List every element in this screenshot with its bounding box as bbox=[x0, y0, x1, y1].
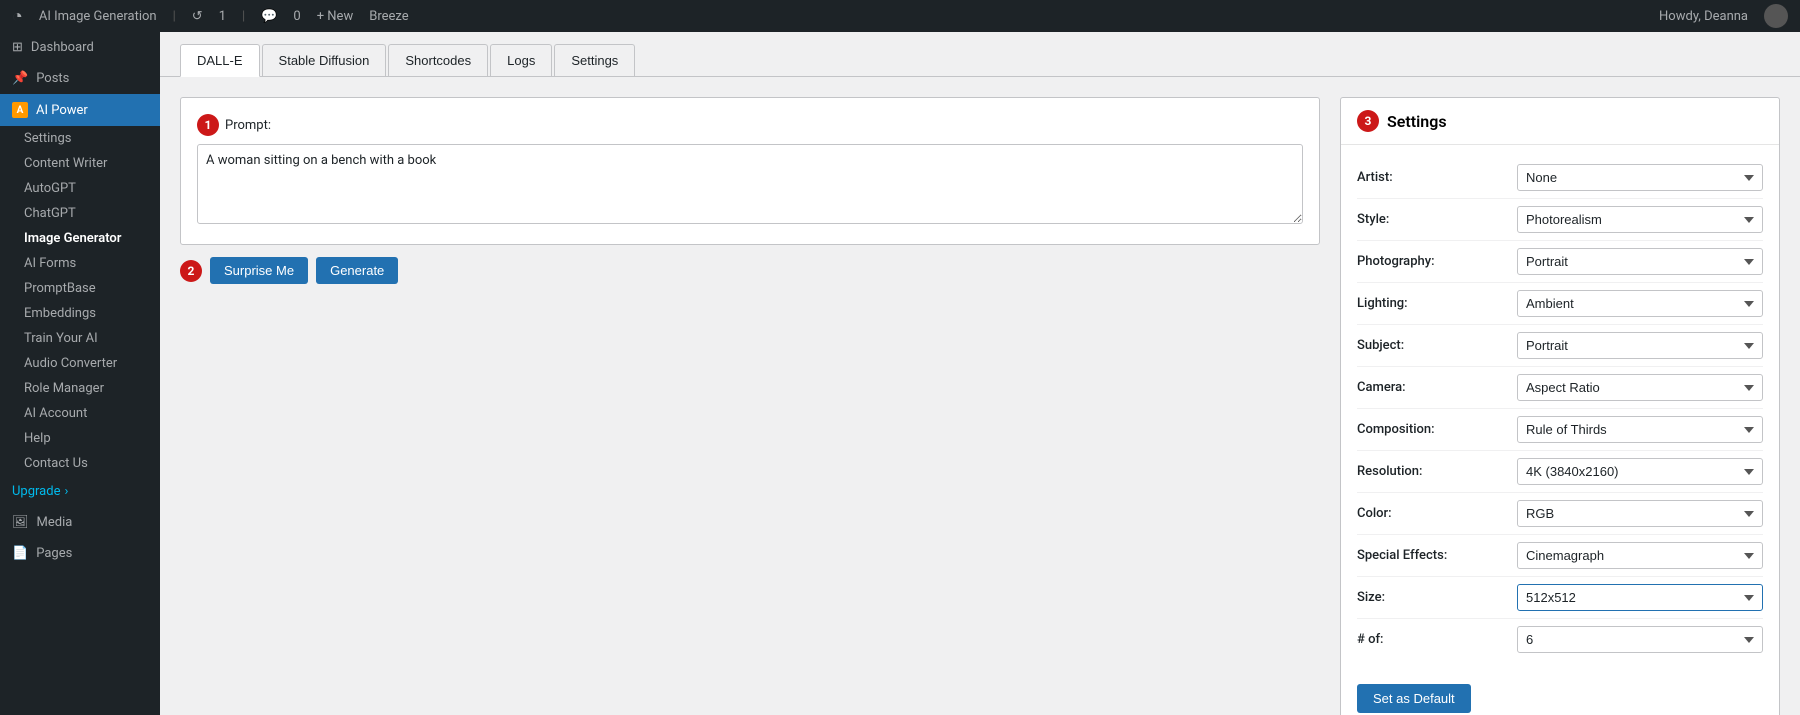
resolution-label: Resolution: bbox=[1357, 464, 1517, 479]
lighting-select[interactable]: AmbientNatural bbox=[1517, 290, 1763, 317]
composition-select[interactable]: Rule of ThirdsGolden Ratio bbox=[1517, 416, 1763, 443]
comment-count[interactable]: 0 bbox=[293, 9, 300, 24]
new-button[interactable]: + New bbox=[317, 9, 354, 24]
size-select[interactable]: 512x512256x2561024x1024 bbox=[1517, 584, 1763, 611]
composition-row: Composition: Rule of ThirdsGolden Ratio bbox=[1357, 409, 1763, 451]
artist-row: Artist: NoneLeonardo da VinciPicasso bbox=[1357, 157, 1763, 199]
settings-body: Artist: NoneLeonardo da VinciPicasso Sty… bbox=[1341, 145, 1779, 672]
left-panel: 1 Prompt: 2 Surprise Me Generate bbox=[180, 97, 1320, 284]
buttons-row: 2 Surprise Me Generate bbox=[180, 257, 1320, 284]
artist-select[interactable]: NoneLeonardo da VinciPicasso bbox=[1517, 164, 1763, 191]
sidebar-train-your-ai[interactable]: Train Your AI bbox=[0, 326, 160, 351]
step-1-badge: 1 bbox=[197, 114, 219, 136]
media-icon: 🖼 bbox=[12, 515, 29, 530]
settings-header: 3 Settings bbox=[1341, 98, 1779, 145]
sidebar-item-dashboard[interactable]: ⊞ Dashboard bbox=[0, 32, 160, 63]
subject-row: Subject: PortraitNature bbox=[1357, 325, 1763, 367]
tab-settings[interactable]: Settings bbox=[554, 44, 635, 76]
prompt-section: 1 Prompt: bbox=[180, 97, 1320, 245]
tab-shortcodes[interactable]: Shortcodes bbox=[388, 44, 488, 76]
pages-icon: 📄 bbox=[12, 546, 28, 561]
sidebar-chatgpt[interactable]: ChatGPT bbox=[0, 201, 160, 226]
color-select[interactable]: RGBBlack & White bbox=[1517, 500, 1763, 527]
posts-icon: 📌 bbox=[12, 71, 28, 86]
lighting-row: Lighting: AmbientNatural bbox=[1357, 283, 1763, 325]
admin-bar: ◔ AI Image Generation | ↺ 1 | 💬 0 + New … bbox=[0, 0, 1800, 32]
breeze-label[interactable]: Breeze bbox=[369, 9, 408, 24]
style-select[interactable]: PhotorealismAbstract bbox=[1517, 206, 1763, 233]
resolution-row: Resolution: 4K (3840x2160)1080p bbox=[1357, 451, 1763, 493]
size-row: Size: 512x512256x2561024x1024 bbox=[1357, 577, 1763, 619]
sidebar-role-manager[interactable]: Role Manager bbox=[0, 376, 160, 401]
sidebar-image-generator[interactable]: Image Generator bbox=[0, 226, 160, 251]
sidebar-audio-converter[interactable]: Audio Converter bbox=[0, 351, 160, 376]
camera-label: Camera: bbox=[1357, 380, 1517, 395]
comment-icon: 💬 bbox=[261, 9, 277, 24]
howdy-text: Howdy, Deanna bbox=[1659, 9, 1748, 24]
color-row: Color: RGBBlack & White bbox=[1357, 493, 1763, 535]
adminbar-sep: | bbox=[173, 9, 176, 24]
sidebar-upgrade-button[interactable]: Upgrade › bbox=[0, 476, 160, 507]
style-label: Style: bbox=[1357, 212, 1517, 227]
sidebar-help[interactable]: Help bbox=[0, 426, 160, 451]
ai-power-icon: A bbox=[12, 102, 28, 118]
sidebar-promptbase[interactable]: PromptBase bbox=[0, 276, 160, 301]
main-content: DALL-E Stable Diffusion Shortcodes Logs … bbox=[160, 32, 1800, 715]
user-avatar bbox=[1764, 4, 1788, 28]
settings-panel: 3 Settings Artist: NoneLeonardo da Vinci… bbox=[1340, 97, 1780, 715]
dashboard-icon: ⊞ bbox=[12, 40, 23, 55]
composition-label: Composition: bbox=[1357, 422, 1517, 437]
sidebar-item-posts[interactable]: 📌 Posts bbox=[0, 63, 160, 94]
sidebar-item-media[interactable]: 🖼 Media bbox=[0, 507, 160, 538]
site-name[interactable]: AI Image Generation bbox=[39, 9, 157, 24]
set-default-button[interactable]: Set as Default bbox=[1357, 684, 1471, 713]
sidebar-item-ai-power[interactable]: A AI Power bbox=[0, 94, 160, 126]
subject-select[interactable]: PortraitNature bbox=[1517, 332, 1763, 359]
resolution-select[interactable]: 4K (3840x2160)1080p bbox=[1517, 458, 1763, 485]
photography-select[interactable]: PortraitLandscape bbox=[1517, 248, 1763, 275]
prompt-textarea[interactable] bbox=[197, 144, 1303, 224]
special-effects-row: Special Effects: CinemagraphDouble Expos… bbox=[1357, 535, 1763, 577]
sidebar-content-writer[interactable]: Content Writer bbox=[0, 151, 160, 176]
size-label: Size: bbox=[1357, 590, 1517, 605]
tab-stable-diffusion[interactable]: Stable Diffusion bbox=[262, 44, 387, 76]
adminbar-sep2: | bbox=[242, 9, 245, 24]
subject-label: Subject: bbox=[1357, 338, 1517, 353]
sidebar-ai-account[interactable]: AI Account bbox=[0, 401, 160, 426]
sidebar-item-pages[interactable]: 📄 Pages bbox=[0, 538, 160, 569]
sidebar: ⊞ Dashboard 📌 Posts A AI Power Settings … bbox=[0, 32, 160, 715]
step-3-badge: 3 bbox=[1357, 110, 1379, 132]
camera-row: Camera: Aspect RatioDSLR bbox=[1357, 367, 1763, 409]
update-count[interactable]: 1 bbox=[219, 9, 226, 24]
tab-dalle[interactable]: DALL-E bbox=[180, 44, 260, 77]
artist-label: Artist: bbox=[1357, 170, 1517, 185]
number-of-label: # of: bbox=[1357, 632, 1517, 647]
number-of-row: # of: 123456 bbox=[1357, 619, 1763, 660]
update-icon: ↺ bbox=[192, 9, 203, 24]
sidebar-autogpt[interactable]: AutoGPT bbox=[0, 176, 160, 201]
photography-row: Photography: PortraitLandscape bbox=[1357, 241, 1763, 283]
color-label: Color: bbox=[1357, 506, 1517, 521]
prompt-label: 1 Prompt: bbox=[197, 114, 1303, 136]
lighting-label: Lighting: bbox=[1357, 296, 1517, 311]
wp-logo-icon: ◔ bbox=[12, 6, 23, 27]
sidebar-ai-forms[interactable]: AI Forms bbox=[0, 251, 160, 276]
content-area: 1 Prompt: 2 Surprise Me Generate 3 Setti… bbox=[160, 77, 1800, 715]
special-effects-label: Special Effects: bbox=[1357, 548, 1517, 563]
number-of-select[interactable]: 123456 bbox=[1517, 626, 1763, 653]
sidebar-settings[interactable]: Settings bbox=[0, 126, 160, 151]
generate-button[interactable]: Generate bbox=[316, 257, 398, 284]
sidebar-contact-us[interactable]: Contact Us bbox=[0, 451, 160, 476]
tabs-bar: DALL-E Stable Diffusion Shortcodes Logs … bbox=[160, 32, 1800, 77]
style-row: Style: PhotorealismAbstract bbox=[1357, 199, 1763, 241]
tab-logs[interactable]: Logs bbox=[490, 44, 552, 76]
photography-label: Photography: bbox=[1357, 254, 1517, 269]
special-effects-select[interactable]: CinemagraphDouble Exposure bbox=[1517, 542, 1763, 569]
sidebar-embeddings[interactable]: Embeddings bbox=[0, 301, 160, 326]
step-2-badge: 2 bbox=[180, 260, 202, 282]
camera-select[interactable]: Aspect RatioDSLR bbox=[1517, 374, 1763, 401]
surprise-me-button[interactable]: Surprise Me bbox=[210, 257, 308, 284]
